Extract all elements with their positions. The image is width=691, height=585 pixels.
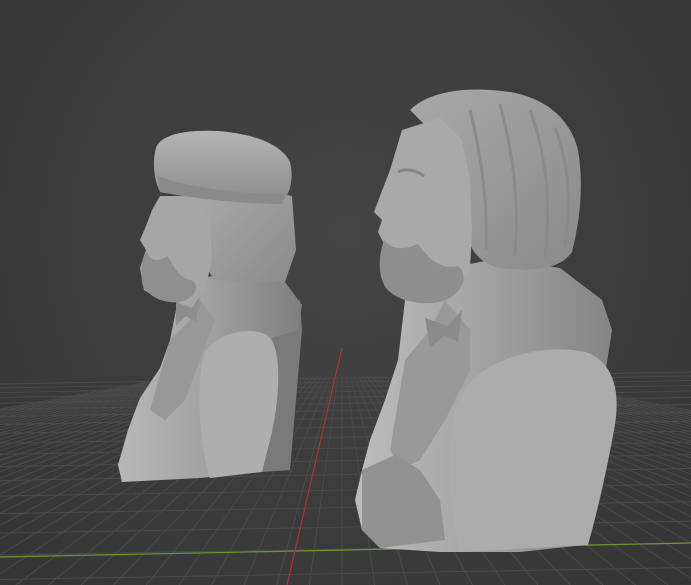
bust2-shoulder-cut: [449, 349, 617, 552]
bust-with-cap[interactable]: [118, 130, 302, 482]
viewport-canvas[interactable]: [0, 0, 691, 585]
x-axis-line: [0, 542, 691, 558]
grid-line: [0, 567, 691, 581]
bust-with-long-hair[interactable]: [355, 89, 617, 552]
grid-line: [308, 376, 339, 585]
3d-viewport[interactable]: [0, 0, 691, 585]
